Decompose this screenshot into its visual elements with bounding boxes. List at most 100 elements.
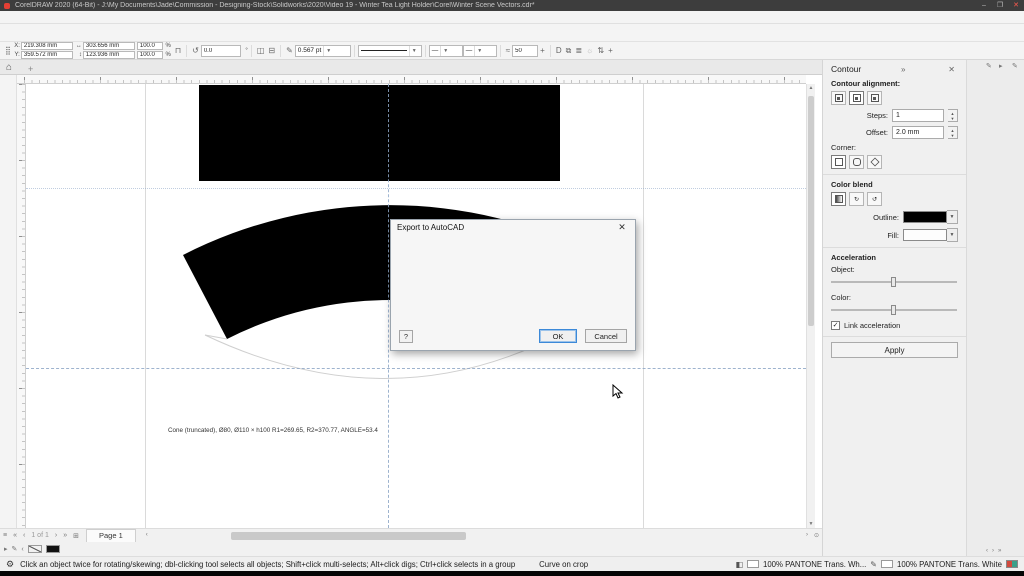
cone-dimensions-annotation: Cone (truncated), Ø80, Ø110 × h100 R1=26… bbox=[168, 427, 378, 434]
counterclockwise-blend-button[interactable]: ↺ bbox=[867, 192, 882, 206]
clockwise-blend-button[interactable]: ↻ bbox=[849, 192, 864, 206]
scroll-right-icon[interactable]: › bbox=[806, 532, 808, 538]
to-center-button[interactable] bbox=[831, 91, 846, 105]
rotation-angle-input[interactable] bbox=[201, 45, 241, 57]
document-tab-bar: ⌂ + bbox=[0, 60, 822, 75]
object-acceleration-slider[interactable] bbox=[831, 276, 957, 288]
coreldraw-window: CorelDRAW 2020 (64-Bit) - J:\My Document… bbox=[0, 0, 1024, 576]
horizontal-scrollbar[interactable]: ‹ › ⊙ bbox=[146, 531, 820, 541]
outline-color-label: Outline: bbox=[873, 213, 899, 222]
last-page-icon[interactable]: » bbox=[60, 532, 70, 539]
status-options-gear-icon[interactable]: ⚙ bbox=[6, 559, 14, 570]
corner-smoothness-icon: ≈ bbox=[506, 46, 510, 55]
linear-blend-button[interactable] bbox=[831, 192, 846, 206]
lock-ratio-icon[interactable]: ⊓ bbox=[175, 46, 181, 55]
increase-icon[interactable]: + bbox=[540, 46, 545, 55]
page-flyout-icon[interactable]: ≡ bbox=[0, 532, 10, 539]
palette-scroll-right-icon[interactable]: › bbox=[992, 548, 994, 554]
scale-x-input[interactable] bbox=[137, 42, 163, 50]
previous-page-icon[interactable]: ‹ bbox=[20, 532, 28, 539]
home-icon[interactable]: ⌂ bbox=[0, 62, 20, 74]
line-style-select[interactable]: ▼ bbox=[358, 45, 422, 57]
steps-input[interactable] bbox=[892, 109, 944, 122]
arrange-icon[interactable]: ⇅ bbox=[597, 46, 604, 55]
apply-button[interactable]: Apply bbox=[831, 342, 958, 358]
add-property-icon[interactable]: + bbox=[608, 46, 613, 55]
first-page-icon[interactable]: « bbox=[10, 532, 20, 539]
convert-to-curves-icon[interactable]: D bbox=[556, 46, 562, 55]
palette-edit-icon[interactable]: ✎ bbox=[986, 62, 992, 70]
offset-input[interactable] bbox=[892, 126, 944, 139]
color-blend-label: Color blend bbox=[831, 180, 958, 189]
status-mode-label: Curve on crop bbox=[539, 560, 588, 569]
vertical-guideline[interactable] bbox=[388, 84, 389, 528]
color-acceleration-slider[interactable] bbox=[831, 304, 957, 316]
steps-spinner[interactable]: ▲▼ bbox=[948, 109, 958, 122]
palette-expand-icon[interactable]: » bbox=[998, 548, 1001, 554]
start-arrowhead-select[interactable]: —▼ bbox=[429, 45, 463, 57]
x-label: X: bbox=[13, 43, 20, 49]
scroll-down-icon[interactable]: ▼ bbox=[807, 521, 815, 527]
inside-contour-button[interactable] bbox=[849, 91, 864, 105]
object-width-input[interactable] bbox=[83, 42, 135, 50]
color-proof-icon[interactable] bbox=[1006, 560, 1018, 568]
contour-docker: Contour » ✕ Contour alignment: Steps: ▲▼… bbox=[822, 60, 966, 556]
minimize-button[interactable]: – bbox=[976, 0, 992, 11]
palette-flyout-icon[interactable]: ▸ bbox=[999, 62, 1003, 70]
palette-scroll-left-icon[interactable]: ‹ bbox=[986, 548, 988, 554]
title-bar: CorelDRAW 2020 (64-Bit) - J:\My Document… bbox=[0, 0, 1024, 11]
horizontal-ruler[interactable] bbox=[17, 75, 806, 84]
vertical-scrollbar[interactable]: ▲ ▼ bbox=[806, 84, 815, 528]
page-count-label: 1 of 1 bbox=[28, 532, 52, 539]
scale-y-input[interactable] bbox=[137, 51, 163, 59]
offset-spinner[interactable]: ▲▼ bbox=[948, 126, 958, 139]
x-position-input[interactable] bbox=[21, 42, 73, 50]
page-tab[interactable]: Page 1 bbox=[86, 529, 136, 542]
help-button[interactable]: ? bbox=[399, 330, 413, 343]
text-align-icon[interactable]: ≣ bbox=[575, 46, 582, 55]
outline-width-select[interactable]: 0.567 pt▼ bbox=[295, 45, 351, 57]
end-arrowhead-select[interactable]: —▼ bbox=[463, 45, 497, 57]
fill-color-indicator[interactable] bbox=[46, 545, 60, 553]
new-tab-button[interactable]: + bbox=[20, 64, 41, 74]
eyedropper-icon[interactable]: ✎ bbox=[12, 545, 18, 553]
vertical-ruler[interactable] bbox=[17, 84, 26, 528]
mirror-horizontal-icon[interactable]: ◫ bbox=[257, 46, 265, 55]
mirror-vertical-icon[interactable]: ⊟ bbox=[268, 46, 275, 55]
horizontal-scroll-thumb[interactable] bbox=[231, 532, 466, 540]
next-page-icon[interactable]: › bbox=[52, 532, 60, 539]
add-page-icon[interactable]: ⊞ bbox=[70, 532, 82, 540]
vertical-scroll-thumb[interactable] bbox=[808, 96, 814, 326]
dialog-title: Export to AutoCAD bbox=[397, 223, 464, 232]
cancel-button[interactable]: Cancel bbox=[585, 329, 627, 343]
close-button[interactable]: ✕ bbox=[1008, 0, 1024, 11]
scroll-up-icon[interactable]: ▲ bbox=[807, 85, 815, 91]
docker-close-icon[interactable]: ✕ bbox=[945, 65, 958, 74]
standard-toolbar bbox=[0, 24, 1024, 42]
ok-button[interactable]: OK bbox=[539, 329, 577, 343]
scroll-left-icon[interactable]: ‹ bbox=[146, 532, 148, 538]
winter-banner-artwork[interactable] bbox=[199, 85, 560, 181]
miter-corner-button[interactable] bbox=[831, 155, 846, 169]
collapse-icon[interactable]: ‹ bbox=[21, 546, 23, 553]
corner-smoothness-input[interactable] bbox=[512, 45, 538, 57]
docker-title: Contour bbox=[831, 64, 861, 74]
flyout-arrow-icon[interactable]: ▸ bbox=[4, 545, 8, 553]
outline-color-select[interactable]: ▼ bbox=[903, 210, 958, 224]
link-acceleration-checkbox[interactable]: ✓ bbox=[831, 321, 840, 330]
horizontal-guideline[interactable] bbox=[26, 188, 806, 189]
object-height-input[interactable] bbox=[83, 51, 135, 59]
dialog-close-icon[interactable]: ✕ bbox=[615, 222, 629, 233]
outside-contour-button[interactable] bbox=[867, 91, 882, 105]
restore-button[interactable]: ❐ bbox=[992, 0, 1008, 11]
horizontal-guideline[interactable] bbox=[26, 368, 806, 369]
y-position-input[interactable] bbox=[21, 51, 73, 59]
bevel-corner-button[interactable] bbox=[867, 155, 882, 169]
wrap-text-icon[interactable]: ⧉ bbox=[566, 46, 572, 56]
fill-color-select[interactable]: ▼ bbox=[903, 228, 958, 242]
outline-color-indicator[interactable] bbox=[28, 545, 42, 553]
palette-edit-icon[interactable]: ✎ bbox=[1012, 62, 1018, 70]
scroll-zoom-icon[interactable]: ⊙ bbox=[814, 532, 819, 539]
round-corner-button[interactable] bbox=[849, 155, 864, 169]
docker-float-icon[interactable]: » bbox=[898, 65, 908, 74]
